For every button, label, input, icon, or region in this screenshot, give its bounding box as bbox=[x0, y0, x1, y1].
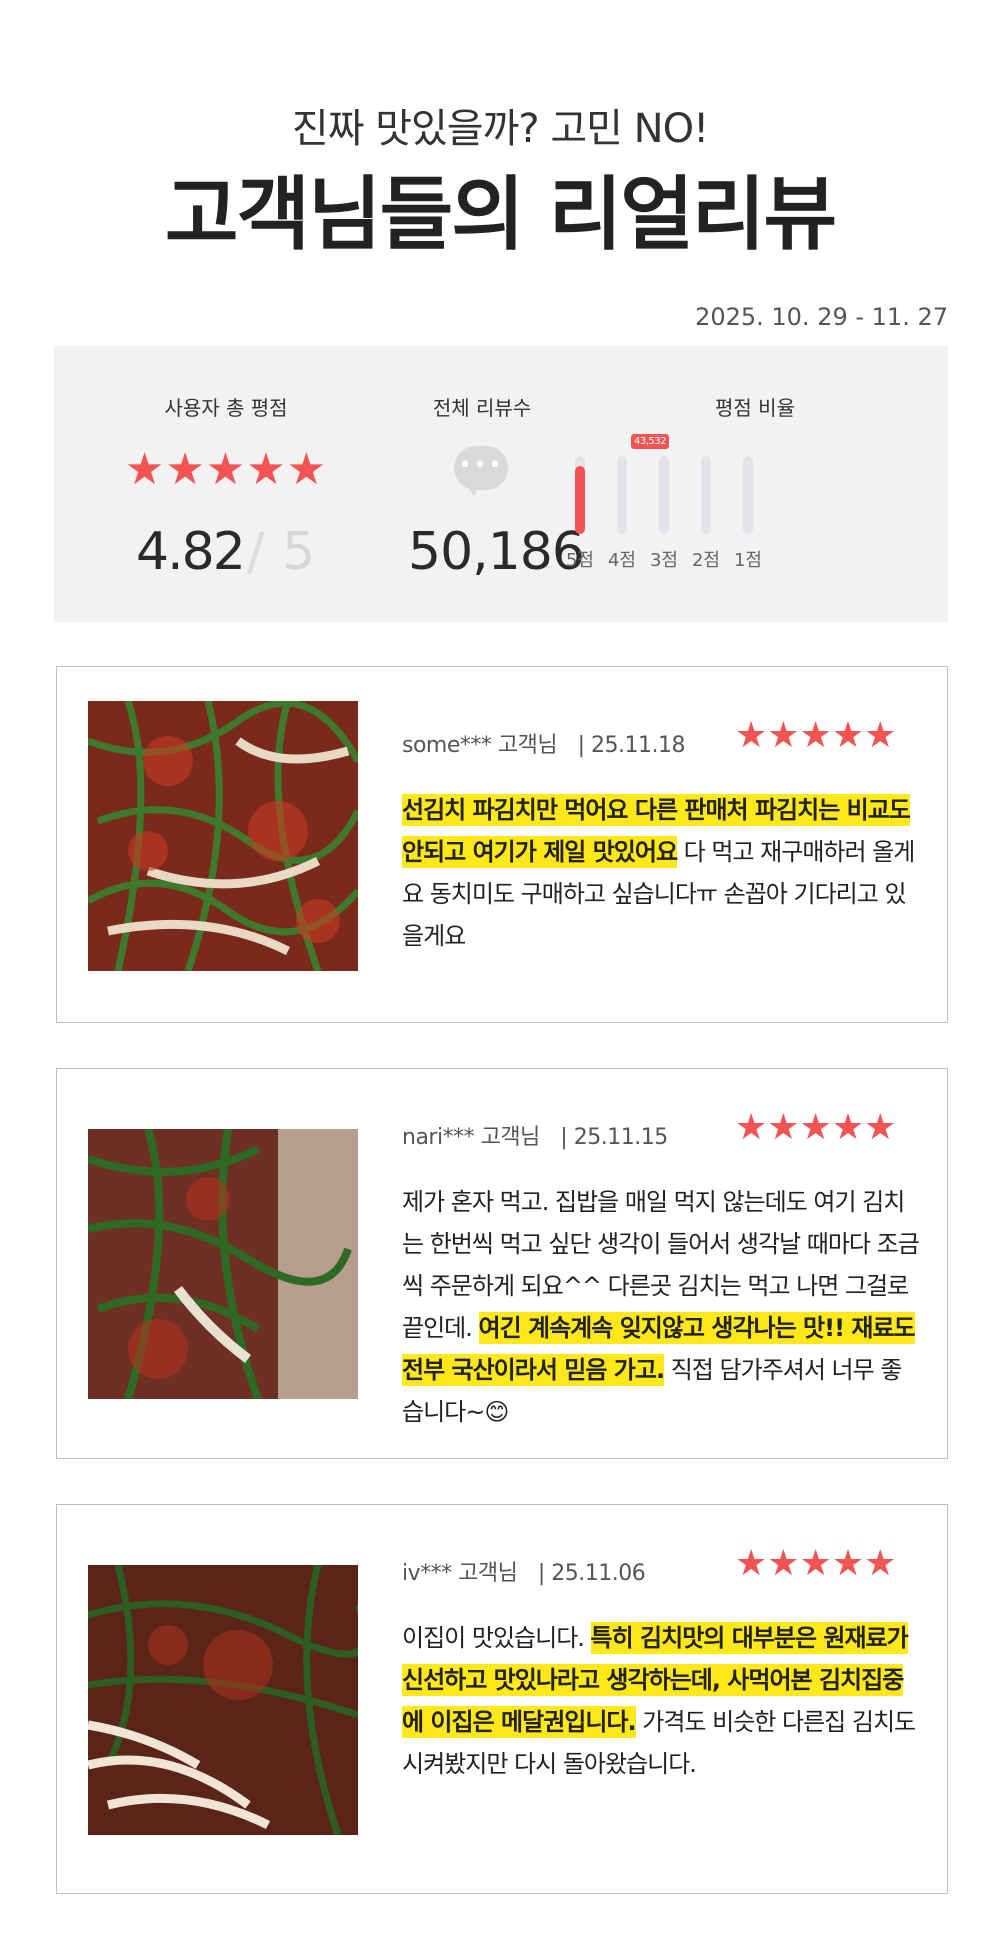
speech-bubble-tail bbox=[464, 482, 480, 496]
review-date: 25.11.18 bbox=[591, 733, 685, 758]
review-text: 선김치 파김치만 먹어요 다른 판매처 파김치는 비교도 안되고 여기가 제일 … bbox=[402, 789, 922, 957]
review-card: some*** 고객님 | 25.11.18 ★★★★★ 선김치 파김치만 먹어… bbox=[56, 666, 948, 1023]
rating-bar-track bbox=[743, 456, 753, 534]
review-text: 이집이 맛있습니다. 특히 김치맛의 대부분은 원재료가 신선하고 맛있나라고 … bbox=[402, 1617, 922, 1785]
reviewer-name: iv*** 고객님 bbox=[402, 1561, 518, 1586]
review-photo bbox=[88, 1129, 358, 1399]
rating-bar-track bbox=[575, 456, 585, 534]
review-count-label: 전체 리뷰수 bbox=[432, 396, 532, 420]
review-date: 25.11.15 bbox=[573, 1125, 668, 1150]
review-text-segment: 이집이 맛있습니다. bbox=[402, 1624, 591, 1652]
review-divider: | bbox=[560, 1125, 568, 1150]
rating-bar-badge: 43,532 bbox=[631, 434, 669, 449]
rating-ratio-label: 평점 비율 bbox=[715, 396, 795, 420]
rating-bar-fill bbox=[575, 466, 585, 534]
reviewer-name: nari*** 고객님 bbox=[402, 1125, 540, 1150]
review-stars: ★★★★★ bbox=[735, 1107, 897, 1148]
review-divider: | bbox=[577, 733, 585, 758]
rating-bar-track bbox=[701, 456, 711, 534]
reviewer-info: some*** 고객님 | 25.11.18 bbox=[402, 727, 685, 759]
header-subtitle: 진짜 맛있을까? 고민 NO! bbox=[291, 106, 709, 152]
rating-separator: / bbox=[247, 522, 265, 582]
reviewer-info: iv*** 고객님 | 25.11.06 bbox=[402, 1555, 646, 1587]
review-card: nari*** 고객님 | 25.11.15 ★★★★★ 제가 혼자 먹고. 집… bbox=[56, 1068, 948, 1459]
page-title: 고객님들의 리얼리뷰 bbox=[164, 168, 837, 261]
review-stars: ★★★★★ bbox=[735, 1543, 897, 1584]
review-date: 25.11.06 bbox=[551, 1561, 646, 1586]
total-rating-label: 사용자 총 평점 bbox=[164, 396, 288, 420]
rating-summary-panel: 사용자 총 평점 ★★★★★ 4.82 / 5 전체 리뷰수 ••• 50,18… bbox=[54, 346, 948, 622]
review-photo bbox=[88, 1565, 358, 1835]
rating-value: 4.82 bbox=[136, 522, 246, 582]
rating-bar-track bbox=[659, 456, 669, 534]
review-card: iv*** 고객님 | 25.11.06 ★★★★★ 이집이 맛있습니다. 특히… bbox=[56, 1504, 948, 1894]
review-divider: | bbox=[537, 1561, 545, 1586]
reviewer-name: some*** 고객님 bbox=[402, 733, 558, 758]
ellipsis-icon: ••• bbox=[458, 453, 504, 478]
rating-stars: ★★★★★ bbox=[124, 444, 328, 495]
reviewer-info: nari*** 고객님 | 25.11.15 bbox=[402, 1119, 668, 1151]
review-stars: ★★★★★ bbox=[735, 715, 897, 756]
review-photo bbox=[88, 701, 358, 971]
rating-max: 5 bbox=[282, 522, 316, 582]
review-text: 제가 혼자 먹고. 집밥을 매일 먹지 않는데도 여기 김치는 한번씩 먹고 싶… bbox=[402, 1181, 922, 1433]
rating-bar-track bbox=[617, 456, 627, 534]
date-range: 2025. 10. 29 - 11. 27 bbox=[695, 303, 948, 331]
rating-bar-label: 1점 bbox=[733, 550, 762, 571]
